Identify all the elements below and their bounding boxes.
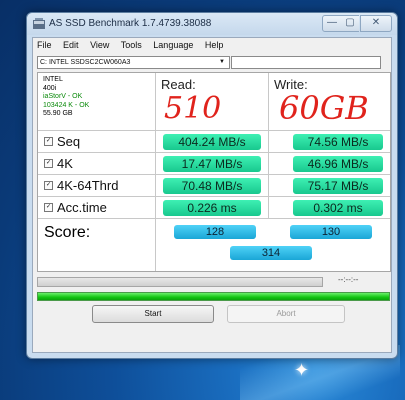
title-bar[interactable]: AS SSD Benchmark 1.7.4739.38088 — ▢ ✕ — [27, 13, 397, 35]
menu-tools[interactable]: Tools — [121, 40, 142, 50]
window-client-area: File Edit View Tools Language Help C: IN… — [32, 37, 392, 353]
checkbox-checked-icon[interactable]: ✓ — [44, 203, 53, 213]
score-area: 128 130 314 — [156, 219, 390, 271]
4k-64thrd-read-value: 70.48 MB/s — [163, 178, 261, 194]
checkbox-checked-icon[interactable]: ✓ — [44, 181, 53, 191]
4k-64thrd-write-value: 75.17 MB/s — [293, 178, 383, 194]
test-progress-bar — [37, 277, 323, 287]
menu-file[interactable]: File — [37, 40, 52, 50]
4k-read-cell: 17.47 MB/s — [156, 153, 269, 175]
seq-read-cell: 404.24 MB/s — [156, 131, 269, 153]
score-total-value: 314 — [230, 246, 312, 260]
seq-read-value: 404.24 MB/s — [163, 134, 261, 150]
row-label-text: 4K-64Thrd — [57, 178, 119, 193]
row-label-4k-64thrd[interactable]: ✓ 4K-64Thrd — [38, 175, 156, 197]
acc-time-write-cell: 0.302 ms — [269, 197, 390, 219]
score-write-value: 130 — [290, 225, 372, 239]
4k-write-value: 46.96 MB/s — [293, 156, 383, 172]
acc-time-read-value: 0.226 ms — [163, 200, 261, 216]
maximize-button[interactable]: ▢ — [341, 15, 359, 32]
drive-firmware: 400i — [43, 84, 57, 92]
menu-edit[interactable]: Edit — [63, 40, 79, 50]
path-field[interactable] — [231, 56, 381, 69]
app-icon — [33, 18, 45, 29]
handwritten-write-note: 60GB — [279, 89, 369, 127]
drive-dropdown-value: C: INTEL SSDSC2CW060A3 — [40, 59, 131, 66]
checkbox-checked-icon[interactable]: ✓ — [44, 137, 53, 147]
read-header-label: Read: — [161, 77, 196, 92]
wallpaper-sparkle: ✦ — [294, 360, 310, 380]
row-label-seq[interactable]: ✓ Seq — [38, 131, 156, 153]
4k-64thrd-read-cell: 70.48 MB/s — [156, 175, 269, 197]
seq-write-value: 74.56 MB/s — [293, 134, 383, 150]
window-title: AS SSD Benchmark 1.7.4739.38088 — [49, 18, 212, 29]
elapsed-time: --:--:-- — [338, 275, 359, 284]
drive-info-panel: INTEL 400i iaStorV - OK 103424 K - OK 55… — [38, 73, 156, 131]
drive-dropdown[interactable]: C: INTEL SSDSC2CW060A3 ▼ — [37, 56, 230, 69]
score-label: Score: — [44, 224, 91, 241]
4k-read-value: 17.47 MB/s — [163, 156, 261, 172]
write-column-header: Write: 60GB — [269, 73, 390, 131]
acc-time-write-value: 0.302 ms — [293, 200, 383, 216]
row-label-acc-time[interactable]: ✓ Acc.time — [38, 197, 156, 219]
row-label-text: Seq — [57, 134, 81, 149]
drive-model: INTEL — [43, 76, 63, 83]
checkbox-checked-icon[interactable]: ✓ — [44, 159, 53, 169]
acc-time-read-cell: 0.226 ms — [156, 197, 269, 219]
menu-bar: File Edit View Tools Language Help — [37, 40, 232, 54]
seq-write-cell: 74.56 MB/s — [269, 131, 390, 153]
overall-progress-bar — [37, 292, 390, 301]
start-button[interactable]: Start — [92, 305, 214, 323]
row-label-4k[interactable]: ✓ 4K — [38, 153, 156, 175]
minimize-button[interactable]: — — [322, 15, 342, 32]
handwritten-read-note: 510 — [164, 91, 222, 126]
menu-help[interactable]: Help — [205, 40, 224, 50]
score-label-cell: Score: — [38, 219, 156, 271]
menu-view[interactable]: View — [90, 40, 109, 50]
app-window: AS SSD Benchmark 1.7.4739.38088 — ▢ ✕ Fi… — [26, 12, 398, 359]
results-grid: INTEL 400i iaStorV - OK 103424 K - OK 55… — [37, 72, 391, 272]
4k-write-cell: 46.96 MB/s — [269, 153, 390, 175]
abort-button[interactable]: Abort — [227, 305, 345, 323]
drive-size: 55.90 GB — [43, 110, 73, 117]
read-column-header: Read: 510 — [156, 73, 269, 131]
driver-status: iaStorV - OK — [43, 93, 83, 100]
alignment-status: 103424 K - OK — [43, 101, 90, 109]
chevron-down-icon: ▼ — [219, 59, 225, 65]
close-button[interactable]: ✕ — [360, 15, 392, 32]
4k-64thrd-write-cell: 75.17 MB/s — [269, 175, 390, 197]
row-label-text: Acc.time — [57, 200, 107, 215]
score-read-value: 128 — [174, 225, 256, 239]
menu-language[interactable]: Language — [153, 40, 193, 50]
row-label-text: 4K — [57, 156, 73, 171]
